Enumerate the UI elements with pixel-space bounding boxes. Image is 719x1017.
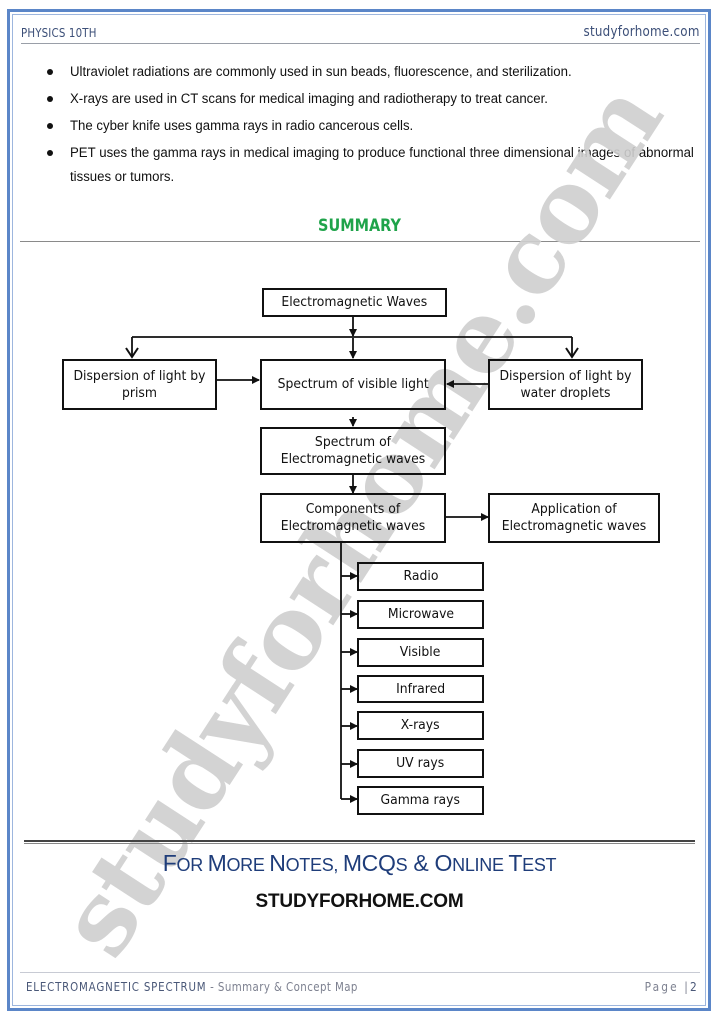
footer-divider	[20, 972, 700, 973]
node-spectrum-em-waves: Spectrum of Electromagnetic waves	[260, 427, 446, 475]
node-gamma-rays: Gamma rays	[357, 786, 484, 815]
node-microwave: Microwave	[357, 600, 484, 629]
node-dispersion-water: Dispersion of light by water droplets	[488, 359, 643, 410]
footer-subtitle: - Summary & Concept Map	[206, 979, 358, 994]
node-electromagnetic-waves: Electromagnetic Waves	[262, 288, 447, 317]
node-application-em-waves: Application of Electromagnetic waves	[488, 493, 660, 543]
node-visible: Visible	[357, 638, 484, 667]
node-xrays: X-rays	[357, 711, 484, 740]
node-uv-rays: UV rays	[357, 749, 484, 778]
promo-divider-thick	[24, 840, 695, 842]
promo-site-link[interactable]: STUDYFORHOME.COM	[0, 891, 719, 913]
promo-heading: FOR MORE NOTES, MCQS & ONLINE TEST	[162, 850, 557, 876]
node-dispersion-prism: Dispersion of light by prism	[62, 359, 217, 410]
node-components-em-waves: Components of Electromagnetic waves	[260, 493, 446, 543]
footer-page: Page |2	[645, 979, 699, 994]
node-infrared: Infrared	[357, 675, 484, 703]
footer-chapter: ELECTROMAGNETIC SPECTRUM - Summary & Con…	[26, 979, 358, 994]
promo-divider-thin	[24, 843, 695, 844]
footer-page-number: 2	[690, 979, 699, 994]
node-radio: Radio	[357, 562, 484, 591]
footer-page-label: Page |	[644, 979, 691, 994]
node-spectrum-visible-light: Spectrum of visible light	[260, 359, 446, 410]
footer-chapter-title: ELECTROMAGNETIC SPECTRUM	[26, 979, 207, 994]
